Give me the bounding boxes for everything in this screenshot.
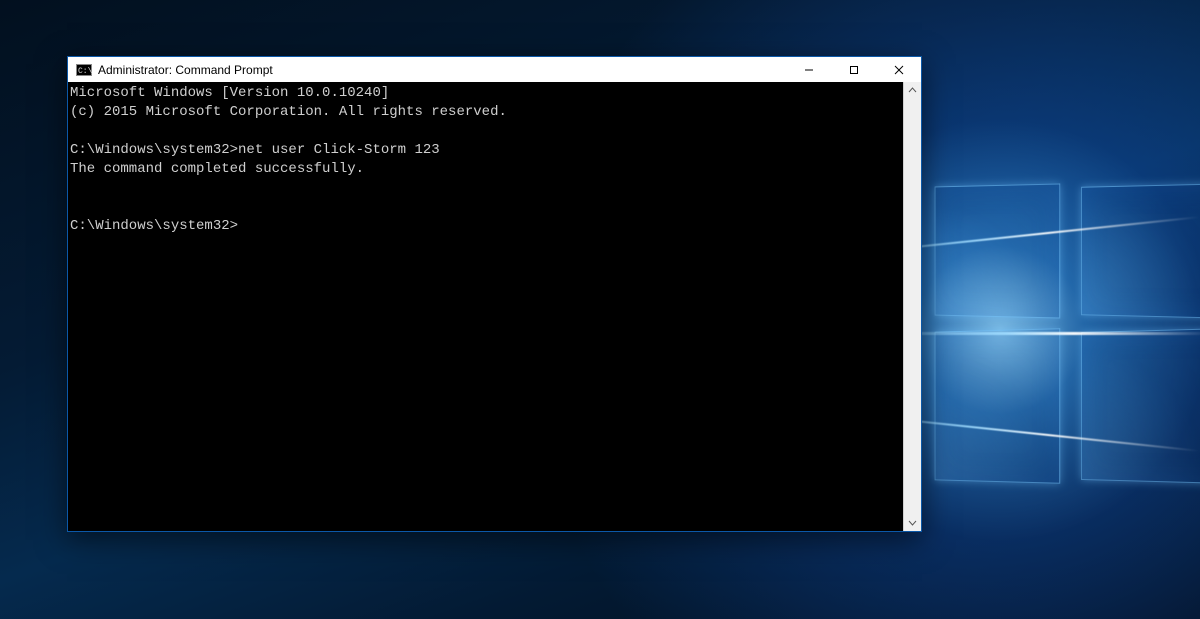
wallpaper-pane bbox=[935, 328, 1061, 484]
window-title: Administrator: Command Prompt bbox=[98, 63, 273, 77]
desktop-wallpaper: C:\ Administrator: Command Prompt bbox=[0, 0, 1200, 619]
command-prompt-window[interactable]: C:\ Administrator: Command Prompt bbox=[67, 56, 922, 532]
terminal-line: (c) 2015 Microsoft Corporation. All righ… bbox=[70, 103, 903, 122]
scroll-down-button[interactable] bbox=[904, 514, 921, 531]
window-controls bbox=[786, 57, 921, 82]
terminal-line: C:\Windows\system32> bbox=[70, 217, 903, 236]
terminal-output[interactable]: Microsoft Windows [Version 10.0.10240](c… bbox=[68, 82, 903, 531]
minimize-button[interactable] bbox=[786, 57, 831, 82]
terminal-line: C:\Windows\system32>net user Click-Storm… bbox=[70, 141, 903, 160]
wallpaper-pane bbox=[1081, 328, 1200, 484]
terminal-line bbox=[70, 122, 903, 141]
terminal-line bbox=[70, 198, 903, 217]
cmd-icon: C:\ bbox=[76, 62, 92, 78]
terminal-line: The command completed successfully. bbox=[70, 160, 903, 179]
wallpaper-pane bbox=[935, 183, 1061, 318]
close-button[interactable] bbox=[876, 57, 921, 82]
scroll-up-button[interactable] bbox=[904, 82, 921, 99]
vertical-scrollbar[interactable] bbox=[903, 82, 921, 531]
wallpaper-pane bbox=[1081, 183, 1200, 319]
terminal-client-area: Microsoft Windows [Version 10.0.10240](c… bbox=[68, 82, 921, 531]
terminal-line: Microsoft Windows [Version 10.0.10240] bbox=[70, 84, 903, 103]
terminal-line bbox=[70, 179, 903, 198]
maximize-button[interactable] bbox=[831, 57, 876, 82]
titlebar[interactable]: C:\ Administrator: Command Prompt bbox=[68, 57, 921, 82]
svg-text:C:\: C:\ bbox=[78, 67, 92, 76]
